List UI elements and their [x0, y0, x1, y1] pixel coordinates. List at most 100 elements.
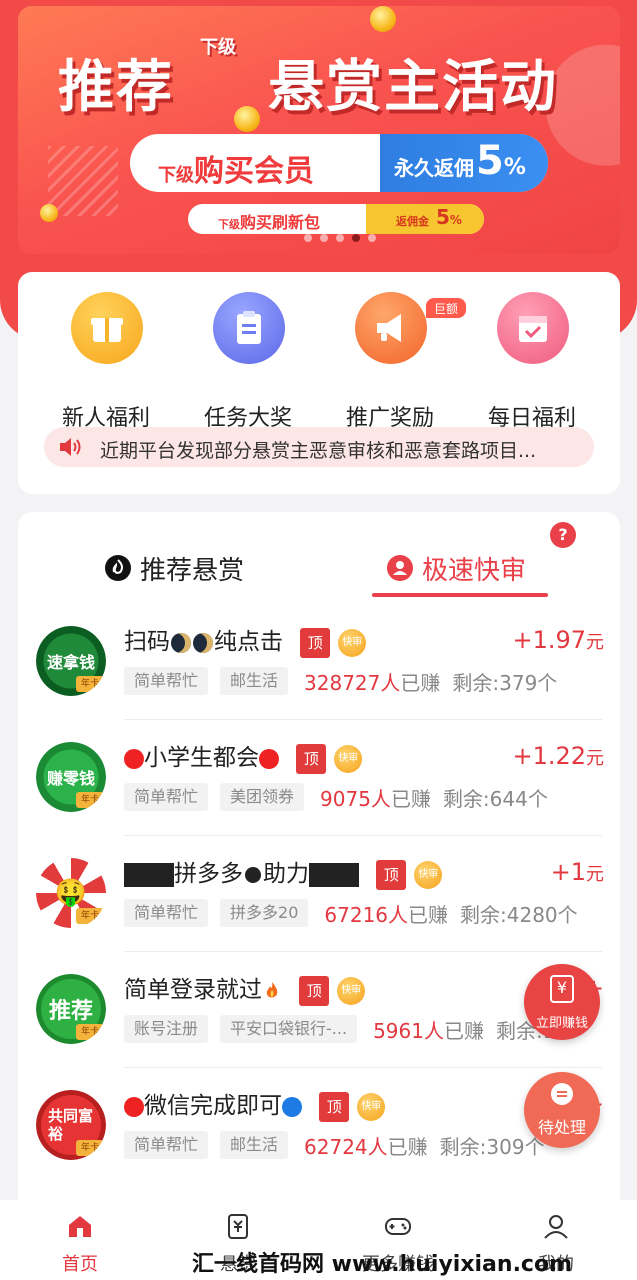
earned-label: 已赚 [443, 1018, 484, 1043]
carousel-dots[interactable] [304, 234, 376, 242]
banner-stripes [48, 146, 118, 216]
task-title: 小学生都会 顶快审 [124, 738, 363, 774]
fast-review-tag: 快审 [338, 628, 367, 657]
category-chip: 简单帮忙 [124, 1131, 209, 1159]
menu-item-newcomer[interactable]: 新人福利 [36, 292, 176, 431]
pill2-right-unit: % [449, 213, 462, 227]
reward-value: +1 [550, 858, 586, 886]
carousel-dot[interactable] [368, 234, 376, 242]
pill2-main: 购买刷新包 [240, 213, 321, 232]
top-tag: 顶 [376, 859, 407, 890]
red-circle-icon [124, 748, 144, 769]
pending-label: 待处理 [537, 1118, 586, 1137]
notice-bar[interactable]: 近期平台发现部分悬赏主恶意审核和恶意套路项目... [44, 427, 594, 467]
gamepad-icon [385, 1218, 411, 1235]
nav-home-label: 首页 [62, 1254, 98, 1275]
carousel-dot[interactable] [320, 234, 328, 242]
tab-fast-review-label: 极速快审 [422, 555, 527, 586]
red-circle-icon [259, 748, 279, 769]
earn-now-button[interactable]: ¥ 立即赚钱 [524, 964, 600, 1040]
yuan-symbol: ¥ [556, 978, 568, 997]
pill1-right-text: 永久返佣 [394, 156, 474, 180]
task-avatar: 速拿钱 年卡 [36, 626, 106, 696]
coin-icon [370, 6, 396, 32]
platform-chip: 邮生活 [220, 1131, 289, 1159]
earned-number: 328727人 [304, 670, 401, 695]
earned-number: 62724人 [304, 1134, 388, 1159]
task-avatar: 共同富裕 年卡 [36, 1090, 106, 1160]
remaining-count: 剩余:379个 [452, 670, 558, 695]
task-title: 简单登录就过 顶快审 [124, 970, 366, 1006]
gift-box-icon [71, 292, 143, 364]
fast-review-tag: 快审 [334, 744, 363, 773]
task-row[interactable]: 🤑 年卡 拼多多 助力 顶快审 +1元 简单帮忙 拼多多20 67216人已赚 剩… [18, 836, 620, 952]
task-meta: 简单帮忙 邮生活 62724人已赚 剩余:309个 [124, 1130, 545, 1160]
banner-title-right: 悬赏主活动 [268, 55, 558, 120]
task-title-mid: 助力 [263, 861, 309, 887]
pill2-right-value: 5 [436, 205, 450, 229]
avatar-badge: 年卡 [76, 1024, 104, 1040]
pill1-small: 下级 [158, 165, 194, 186]
quick-menu-card: 新人福利 任务大奖 推广奖励 每日福利 巨额 近期平台发现部分悬赏主恶意审核和恶… [18, 272, 620, 494]
fast-review-tag: 快审 [357, 1092, 386, 1121]
nav-home[interactable]: 首页 [10, 1208, 150, 1278]
wallet-icon [228, 1214, 248, 1239]
task-title-text: 简单登录就过 [124, 977, 262, 1003]
platform-chip: 平安口袋银行-... [220, 1015, 358, 1043]
flame-icon [105, 555, 131, 581]
avatar-badge: 年卡 [76, 1140, 104, 1156]
platform-chip: 美团领券 [220, 783, 305, 811]
menu-item-daily[interactable]: 每日福利 [462, 292, 602, 431]
earned-count: 9075人已赚 [320, 783, 431, 812]
task-row[interactable]: 速拿钱 年卡 扫码 纯点击 顶快审 +1.97元 简单帮忙 邮生活 328727人… [18, 604, 620, 720]
clipboard-icon [213, 292, 285, 364]
pill2-small: 下级 [218, 218, 240, 231]
banner-title-left: 推荐 [58, 55, 174, 120]
carousel-dot[interactable] [304, 234, 312, 242]
speaker-icon [60, 438, 81, 456]
reward-unit: 元 [586, 748, 604, 769]
help-icon[interactable]: ? [550, 522, 576, 548]
carousel-dot-active[interactable] [352, 234, 360, 242]
remaining-count: 剩余:4280个 [460, 902, 578, 927]
tab-recommend[interactable]: 推荐悬赏 [104, 548, 244, 588]
task-meta: 简单帮忙 拼多多20 67216人已赚 剩余:4280个 [124, 898, 578, 928]
profile-icon [544, 1215, 568, 1239]
task-title: 拼多多 助力 顶快审 [124, 854, 443, 890]
blue-circle-icon [282, 1096, 302, 1117]
task-title: 微信完成即可 顶快审 [124, 1086, 386, 1122]
top-tag: 顶 [299, 975, 330, 1006]
task-title: 扫码 纯点击 顶快审 [124, 622, 367, 658]
task-title-text: 拼多多 [174, 861, 243, 887]
huge-badge: 巨额 [426, 298, 467, 318]
earned-label: 已赚 [400, 670, 441, 695]
banner-member-pill: 下级购买会员 永久返佣 5% [130, 134, 548, 192]
task-row[interactable]: 赚零钱 年卡 小学生都会 顶快审 +1.22元 简单帮忙 美团领券 9075人已… [18, 720, 620, 836]
fast-review-tag: 快审 [337, 976, 366, 1005]
reward-value: +1.97 [512, 626, 586, 654]
category-chip: 简单帮忙 [124, 899, 209, 927]
home-icon [69, 1216, 91, 1237]
promo-banner[interactable]: 推荐 下级 悬赏主活动 下级购买会员 永久返佣 5% 下级购买刷新包 返佣金 5… [18, 6, 620, 254]
reward-value: +1.22 [512, 742, 586, 770]
top-tag: 顶 [300, 627, 331, 658]
earned-number: 67216人 [324, 902, 409, 927]
top-tag: 顶 [296, 743, 327, 774]
top-tag: 顶 [319, 1091, 350, 1122]
moon-icon [171, 632, 191, 653]
pending-button[interactable]: 待处理 [524, 1072, 600, 1148]
banner-title: 推荐 下级 悬赏主活动 [58, 34, 618, 124]
carousel-dot[interactable] [336, 234, 344, 242]
remaining-count: 剩余:644个 [442, 786, 548, 811]
banner-refresh-pill: 下级购买刷新包 返佣金 5% [188, 204, 484, 234]
chat-bubble-icon [551, 1083, 573, 1105]
coin-icon [40, 204, 58, 222]
tab-fast-review[interactable]: 极速快审 [386, 548, 526, 588]
megaphone-icon [355, 292, 427, 364]
earned-label: 已赚 [408, 902, 449, 927]
menu-item-task-prize[interactable]: 任务大奖 [178, 292, 318, 431]
banner-title-small: 下级 [200, 37, 236, 58]
fire-icon [266, 981, 278, 997]
earned-count: 5961人已赚 [373, 1015, 484, 1044]
moon-icon [193, 632, 213, 653]
